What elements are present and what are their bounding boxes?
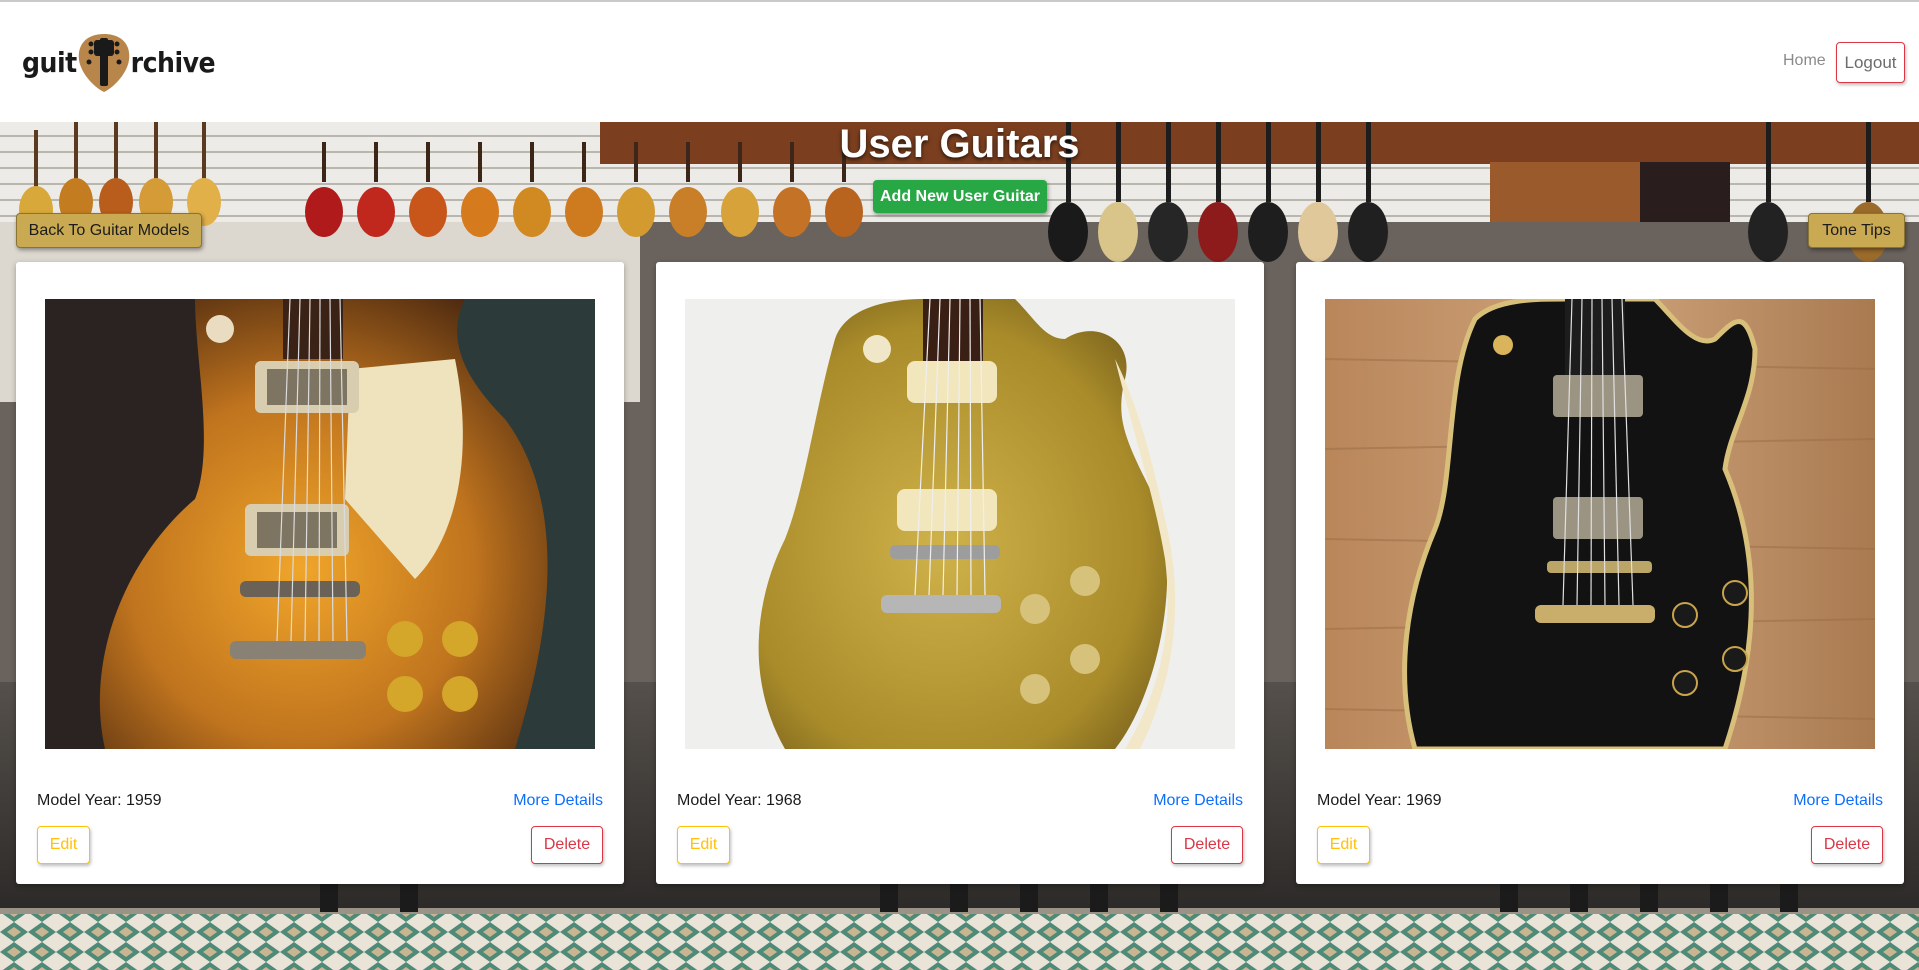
guitar-image	[1325, 299, 1875, 749]
page-title: User Guitars	[839, 122, 1080, 166]
back-to-guitar-models-button[interactable]: Back To Guitar Models	[16, 213, 202, 248]
goldtop-guitar-photo	[685, 299, 1235, 749]
more-details-link[interactable]: More Details	[1153, 792, 1243, 810]
edit-button[interactable]: Edit	[677, 826, 730, 864]
delete-button[interactable]: Delete	[531, 826, 603, 864]
logo-text-left: guit	[22, 45, 77, 79]
model-year: Model Year: 1959	[37, 792, 162, 809]
add-new-user-guitar-button[interactable]: Add New User Guitar	[873, 180, 1047, 213]
delete-button[interactable]: Delete	[1171, 826, 1243, 864]
logout-button[interactable]: Logout	[1836, 42, 1905, 83]
guitar-card: Model Year: 1969 More Details Edit Delet…	[1296, 262, 1904, 884]
edit-button[interactable]: Edit	[1317, 826, 1370, 864]
sunburst-guitar-photo	[45, 299, 595, 749]
edit-button[interactable]: Edit	[37, 826, 90, 864]
black-custom-guitar-photo	[1325, 299, 1875, 749]
guitar-image	[685, 299, 1235, 749]
logo-text-right: rchive	[130, 45, 216, 79]
delete-button[interactable]: Delete	[1811, 826, 1883, 864]
site-logo[interactable]: guit rchive	[22, 30, 216, 94]
tone-tips-button[interactable]: Tone Tips	[1808, 213, 1905, 248]
guitar-card: Model Year: 1968 More Details Edit Delet…	[656, 262, 1264, 884]
guitar-pick-logo-icon	[78, 34, 129, 92]
guitar-card: Model Year: 1959 More Details Edit Delet…	[16, 262, 624, 884]
more-details-link[interactable]: More Details	[513, 792, 603, 810]
model-year: Model Year: 1969	[1317, 792, 1442, 809]
navbar: guit rchive Home Logout	[0, 2, 1919, 122]
nav-home-link[interactable]: Home	[1783, 52, 1826, 70]
more-details-link[interactable]: More Details	[1793, 792, 1883, 810]
guitar-image	[45, 299, 595, 749]
model-year: Model Year: 1968	[677, 792, 802, 809]
